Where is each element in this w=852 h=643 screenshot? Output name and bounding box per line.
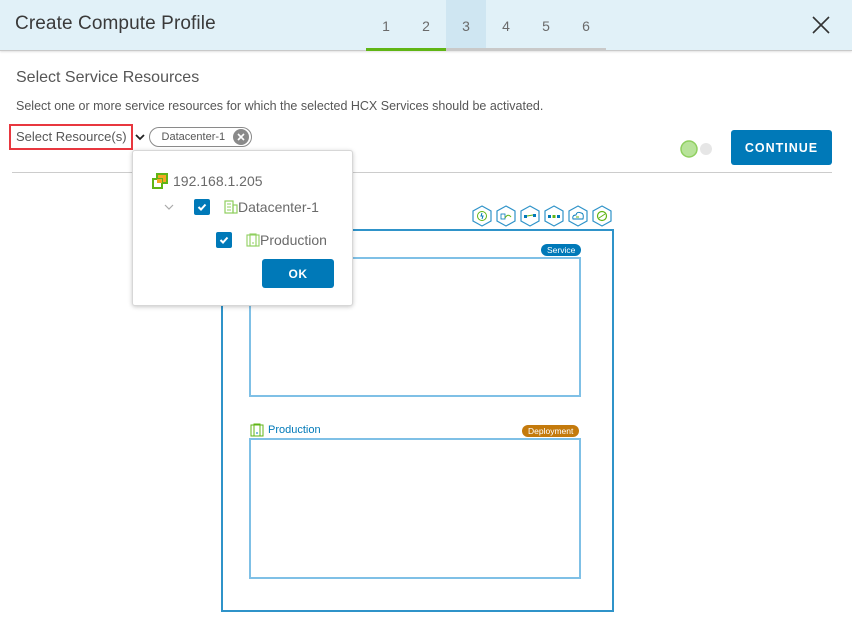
step-progress-bar (486, 48, 526, 51)
cluster-icon (246, 233, 260, 247)
step-label: 6 (582, 17, 590, 34)
datacenter-label: Datacenter-1 (238, 199, 319, 215)
network-extension-icon[interactable] (519, 205, 541, 227)
step-label: 4 (502, 17, 510, 34)
deployment-cluster-box (249, 438, 581, 579)
deployment-cluster-name: Production (268, 424, 321, 436)
deployment-cluster-label: Production (250, 423, 321, 437)
step-progress-bar (526, 48, 566, 51)
selected-resource-chip: Datacenter-1 (148, 127, 253, 147)
chevron-down-icon[interactable] (134, 131, 146, 143)
step-2[interactable]: 2 (406, 0, 446, 51)
datacenter-icon (224, 200, 238, 214)
chevron-down-icon[interactable] (163, 201, 175, 213)
select-resources-dropdown[interactable]: Select Resource(s) (9, 124, 133, 150)
service-icons (471, 205, 613, 227)
checkmark-icon (197, 203, 207, 211)
step-4[interactable]: 4 (486, 0, 526, 51)
close-icon[interactable] (810, 13, 832, 37)
host-label: 192.168.1.205 (173, 173, 263, 189)
checkmark-icon (219, 236, 229, 244)
service-badge: Service (541, 244, 582, 256)
step-3[interactable]: 3 (446, 0, 486, 51)
step-1[interactable]: 1 (366, 0, 406, 51)
deployment-badge: Deployment (522, 425, 580, 437)
tree-node-host: 192.168.1.205 (152, 173, 263, 189)
step-label: 1 (382, 17, 390, 34)
step-label: 5 (542, 17, 550, 34)
cluster-icon (250, 423, 264, 437)
tree-node-cluster: Production (216, 232, 327, 248)
modal-title: Create Compute Profile (15, 13, 216, 34)
step-progress-bar (366, 48, 406, 51)
chip-label: Datacenter-1 (161, 131, 226, 143)
disaster-recovery-icon[interactable] (591, 205, 613, 227)
step-progress-bar (406, 48, 446, 51)
step-6[interactable]: 6 (566, 0, 606, 51)
tree-node-datacenter: Datacenter-1 (163, 199, 319, 215)
resource-selector: Select Resource(s) Datacenter-1 (9, 122, 253, 152)
remove-chip-button[interactable] (233, 129, 250, 145)
ok-button[interactable]: OK (262, 259, 334, 288)
close-icon (237, 133, 245, 141)
toggle-switch[interactable] (679, 139, 715, 159)
modal-header: Create Compute Profile 1 2 3 4 5 6 (0, 0, 852, 51)
step-label: 3 (462, 17, 470, 34)
cluster-checkbox[interactable] (216, 232, 232, 248)
step-5[interactable]: 5 (526, 0, 566, 51)
vcenter-icon (152, 173, 168, 189)
interconnect-icon[interactable] (471, 205, 493, 227)
section-description: Select one or more service resources for… (16, 99, 544, 113)
section-title: Select Service Resources (16, 69, 200, 86)
resource-tree-popover: 192.168.1.205 Datacenter-1 Production OK (132, 150, 353, 306)
cloud-migration-icon[interactable] (567, 205, 589, 227)
wizard-steps: 1 2 3 4 5 6 (366, 0, 606, 51)
step-label: 2 (422, 17, 430, 34)
continue-button[interactable]: CONTINUE (731, 130, 832, 165)
datacenter-checkbox[interactable] (194, 199, 210, 215)
step-progress-bar (566, 48, 606, 51)
wan-optimization-icon[interactable] (495, 205, 517, 227)
step-progress-bar (446, 48, 486, 51)
cluster-label: Production (260, 232, 327, 248)
bulk-migration-icon[interactable] (543, 205, 565, 227)
